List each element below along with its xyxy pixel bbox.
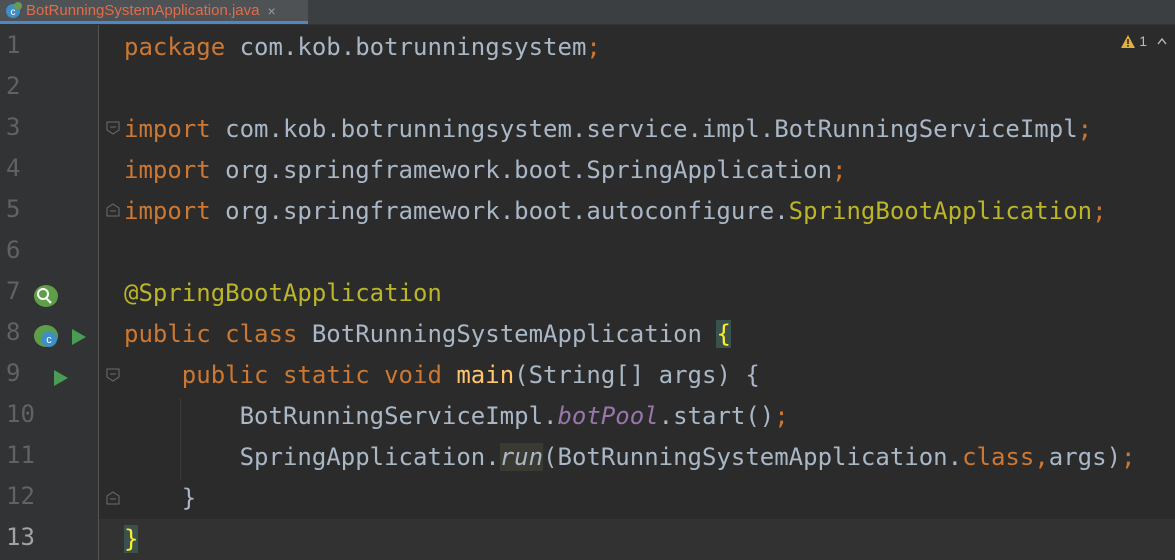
fold-marker-icon[interactable] bbox=[106, 203, 120, 217]
line-number: 7 bbox=[6, 277, 21, 305]
code-line-7: @SpringBootApplication bbox=[124, 273, 442, 314]
code-line-3: import com.kob.botrunningsystem.service.… bbox=[124, 109, 1092, 150]
line-number: 3 bbox=[6, 113, 21, 141]
line-number: 10 bbox=[6, 400, 35, 428]
matched-brace: } bbox=[124, 525, 139, 553]
code-line-8: public class BotRunningSystemApplication… bbox=[124, 314, 731, 355]
semicolon: ; bbox=[586, 33, 601, 61]
spring-bean-search-icon[interactable] bbox=[32, 283, 60, 309]
spring-bean-class-icon[interactable]: c bbox=[32, 323, 62, 351]
annotation-type: SpringBootApplication bbox=[788, 197, 1093, 225]
close-icon[interactable]: × bbox=[267, 3, 275, 19]
keyword: import bbox=[124, 156, 211, 184]
code-line-5: import org.springframework.boot.autoconf… bbox=[124, 191, 1107, 232]
keyword: import bbox=[124, 197, 211, 225]
line-number-current: 13 bbox=[6, 523, 35, 551]
line-number: 1 bbox=[6, 31, 21, 59]
semicolon: ; bbox=[1121, 443, 1136, 471]
class-ref: BotRunningServiceImpl. bbox=[239, 402, 558, 430]
call-args: args) bbox=[1048, 443, 1122, 471]
static-field: botPool bbox=[557, 402, 659, 430]
comma: , bbox=[1034, 443, 1049, 471]
line-number: 9 bbox=[6, 359, 21, 387]
keyword: class bbox=[225, 320, 298, 348]
semicolon: ; bbox=[832, 156, 847, 184]
import-path: org.springframework.boot.autoconfigure. bbox=[210, 197, 789, 225]
method-call: .start() bbox=[658, 402, 775, 430]
class-name: BotRunningSystemApplication bbox=[297, 320, 717, 348]
code-line-12: } bbox=[124, 478, 196, 519]
spring-class-icon: c bbox=[4, 1, 22, 20]
keyword: void bbox=[384, 361, 442, 389]
code-line-10: BotRunningServiceImpl.botPool.start(); bbox=[124, 396, 789, 437]
line-number: 4 bbox=[6, 154, 21, 182]
line-number: 2 bbox=[6, 72, 21, 100]
fold-marker-icon[interactable] bbox=[106, 491, 120, 505]
import-path: org.springframework.boot.SpringApplicati… bbox=[210, 156, 833, 184]
fold-marker-icon[interactable] bbox=[106, 368, 120, 382]
line-number: 5 bbox=[6, 195, 21, 223]
keyword: static bbox=[282, 361, 370, 389]
method-name: main bbox=[456, 361, 515, 389]
class-ref: SpringApplication. bbox=[239, 443, 500, 471]
fold-marker-icon[interactable] bbox=[106, 121, 120, 135]
code-line-1: package com.kob.botrunningsystem; bbox=[124, 27, 601, 68]
semicolon: ; bbox=[774, 402, 789, 430]
keyword: public bbox=[181, 361, 269, 389]
annotation: @SpringBootApplication bbox=[124, 279, 442, 307]
static-method: run bbox=[499, 443, 544, 471]
line-number: 11 bbox=[6, 441, 35, 469]
keyword: public bbox=[124, 320, 211, 348]
keyword: class bbox=[962, 443, 1035, 471]
warning-count: 1 bbox=[1139, 33, 1147, 49]
call-args: (BotRunningSystemApplication. bbox=[543, 443, 963, 471]
closing-brace: } bbox=[181, 484, 197, 512]
method-params: (String[] args) { bbox=[514, 361, 760, 389]
import-path: com.kob.botrunningsystem.service.impl.Bo… bbox=[210, 115, 1078, 143]
chevron-up-icon[interactable] bbox=[1157, 37, 1167, 45]
keyword: package bbox=[124, 33, 226, 61]
package-name: com.kob.botrunningsystem bbox=[225, 33, 587, 61]
line-number: 6 bbox=[6, 236, 21, 264]
semicolon: ; bbox=[1077, 115, 1093, 143]
tab-label: BotRunningSystemApplication.java bbox=[26, 2, 260, 19]
current-line-highlight bbox=[99, 519, 1175, 560]
code-line-11: SpringApplication.run(BotRunningSystemAp… bbox=[124, 437, 1135, 478]
line-number: 12 bbox=[6, 482, 35, 510]
code-editor[interactable]: 1 2 3 4 5 6 7 8 9 10 11 12 13 c 1 packag… bbox=[0, 25, 1175, 560]
code-line-9: public static void main(String[] args) { bbox=[124, 355, 760, 396]
inspection-widget[interactable]: 1 bbox=[1121, 33, 1147, 49]
svg-text:c: c bbox=[11, 7, 16, 18]
run-main-icon[interactable] bbox=[52, 368, 70, 388]
keyword: import bbox=[124, 115, 211, 143]
run-class-icon[interactable] bbox=[70, 327, 88, 347]
tab-botrunningsystemapplication[interactable]: c BotRunningSystemApplication.java × bbox=[0, 0, 308, 24]
semicolon: ; bbox=[1092, 197, 1107, 225]
code-line-4: import org.springframework.boot.SpringAp… bbox=[124, 150, 846, 191]
gutter-separator bbox=[98, 25, 99, 560]
code-line-13: } bbox=[124, 519, 139, 560]
line-number: 8 bbox=[6, 318, 21, 346]
matched-brace: { bbox=[716, 320, 731, 348]
warning-icon bbox=[1121, 34, 1136, 48]
svg-text:c: c bbox=[46, 334, 52, 346]
editor-tab-bar: c BotRunningSystemApplication.java × bbox=[0, 0, 1175, 25]
